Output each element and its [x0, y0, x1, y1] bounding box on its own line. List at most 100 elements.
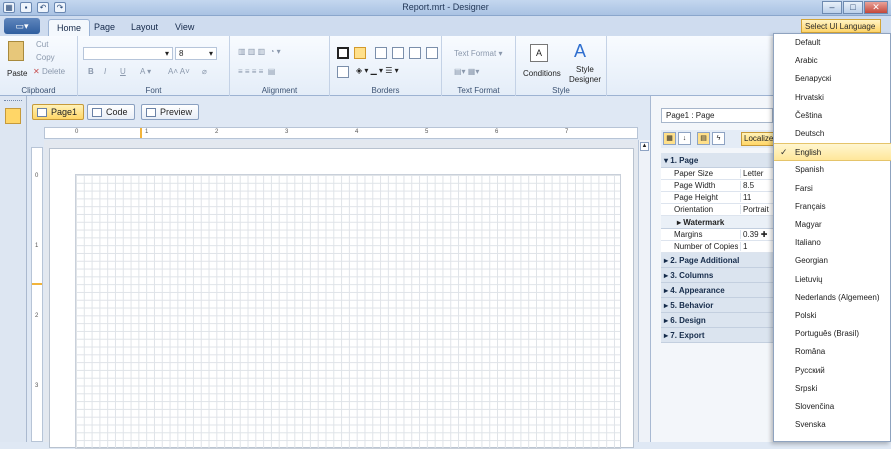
ribbon-tab-bar: ▭▾ Home Page Layout View Select UI Langu…	[0, 16, 891, 40]
categorized-icon[interactable]: ▦	[663, 132, 676, 145]
language-option[interactable]: Čeština	[774, 107, 891, 125]
text-format-button[interactable]: Text Format ▾	[454, 49, 502, 58]
section-page-additional[interactable]: ▸ 2. Page Additional	[661, 253, 774, 268]
toolbox-icon[interactable]	[5, 108, 21, 124]
tab-layout[interactable]: Layout	[123, 19, 166, 36]
property-row[interactable]: Page Height 11	[661, 192, 774, 204]
clear-format-icon[interactable]: ⌀	[202, 67, 207, 76]
property-value[interactable]: 0.39 ✚	[740, 230, 774, 239]
all-borders-icon[interactable]	[337, 47, 349, 59]
section-design[interactable]: ▸ 6. Design	[661, 313, 774, 328]
section-page[interactable]: ▾ 1. Page	[661, 153, 774, 168]
cut-button[interactable]: Cut	[36, 40, 48, 49]
language-option[interactable]: Беларускі	[774, 70, 891, 88]
top-border-icon[interactable]	[375, 47, 387, 59]
property-value[interactable]: 8.5	[740, 181, 774, 190]
report-page[interactable]	[49, 148, 634, 449]
language-option[interactable]: Hrvatski	[774, 89, 891, 107]
format-icons[interactable]: ▤▾ ▦▾	[454, 67, 479, 76]
language-option[interactable]: Polski	[774, 307, 891, 325]
language-option[interactable]: Magyar	[774, 216, 891, 234]
property-value[interactable]: Portrait	[740, 205, 774, 214]
ruler-marker[interactable]	[140, 128, 142, 138]
font-color-button[interactable]: A ▾	[140, 67, 151, 76]
language-option[interactable]: ✓ English	[774, 143, 891, 162]
scroll-up-icon[interactable]: ▲	[640, 142, 649, 151]
alignment-group: ▥ ▥ ▥ ◔ ▾ ≡ ≡ ≡ ≡ ▤ Alignment	[230, 36, 330, 96]
section-export[interactable]: ▸ 7. Export	[661, 328, 774, 343]
ruler-tick-label: 3	[35, 383, 39, 389]
no-border-icon[interactable]	[337, 66, 349, 78]
vertical-scrollbar[interactable]: ▲	[638, 140, 650, 442]
underline-button[interactable]: U	[120, 67, 126, 76]
language-option[interactable]: Farsi	[774, 180, 891, 198]
tab-home[interactable]: Home	[48, 19, 91, 36]
language-option[interactable]: Srpski	[774, 380, 891, 398]
events-icon[interactable]: ϟ	[712, 132, 725, 145]
section-appearance[interactable]: ▸ 4. Appearance	[661, 283, 774, 298]
style-designer-button-line2[interactable]: Designer	[569, 75, 601, 84]
tab-code[interactable]: Code	[87, 104, 135, 120]
language-option[interactable]: Slovenčina	[774, 398, 891, 416]
sort-alpha-icon[interactable]: ↓	[678, 132, 691, 145]
tab-view[interactable]: View	[167, 19, 202, 36]
language-option[interactable]: Deutsch	[774, 125, 891, 143]
language-option[interactable]: Italiano	[774, 234, 891, 252]
section-label: 4. Appearance	[670, 286, 725, 295]
paste-button[interactable]: Paste	[7, 69, 27, 78]
font-size-combo[interactable]: 8 ▾	[175, 47, 217, 60]
property-row[interactable]: Paper Size Letter	[661, 168, 774, 180]
language-option[interactable]: Default	[774, 34, 891, 52]
property-value[interactable]: Letter	[740, 169, 774, 178]
property-value[interactable]: 11	[740, 193, 774, 202]
left-border-icon[interactable]	[392, 47, 404, 59]
outside-border-icon[interactable]	[354, 47, 366, 59]
tab-page1[interactable]: Page1	[32, 104, 85, 120]
ui-language-select[interactable]: Select UI Language ▾	[801, 19, 881, 40]
tab-page[interactable]: Page	[86, 19, 123, 36]
fill-color-icon[interactable]: ◈ ▾ ▁ ▾ ☰ ▾	[356, 66, 399, 75]
maximize-button[interactable]: □	[843, 1, 863, 14]
minimize-button[interactable]: –	[822, 1, 842, 14]
language-option[interactable]: Português (Brasil)	[774, 325, 891, 343]
section-behavior[interactable]: ▸ 5. Behavior	[661, 298, 774, 313]
property-row[interactable]: Margins 0.39 ✚	[661, 229, 774, 241]
language-option[interactable]: Lietuvių	[774, 271, 891, 289]
localize-button[interactable]: Localize	[741, 132, 776, 146]
close-button[interactable]: ✕	[864, 1, 888, 14]
conditions-button[interactable]: Conditions	[523, 69, 561, 78]
horizontal-align-icons[interactable]: ≡ ≡ ≡ ≡ ▤	[238, 67, 275, 76]
property-value[interactable]: 1	[740, 242, 774, 251]
vertical-ruler-marker[interactable]	[32, 283, 42, 285]
page-grid[interactable]	[75, 174, 621, 449]
property-row[interactable]: Number of Copies 1	[661, 241, 774, 253]
grow-font-button[interactable]: A˄ A˅	[168, 67, 190, 76]
language-option[interactable]: Français	[774, 198, 891, 216]
font-name-combo[interactable]: ▾	[83, 47, 173, 60]
properties-icon[interactable]: ▤	[697, 132, 710, 145]
italic-button[interactable]: I	[104, 67, 106, 76]
delete-button[interactable]: ✕ Delete	[33, 67, 65, 76]
tab-preview[interactable]: Preview	[141, 104, 200, 120]
language-option[interactable]: Русский	[774, 362, 891, 380]
bottom-border-icon[interactable]	[426, 47, 438, 59]
bold-button[interactable]: B	[88, 67, 94, 76]
language-option[interactable]: Româna	[774, 343, 891, 361]
property-row[interactable]: Orientation Portrait	[661, 204, 774, 216]
language-option[interactable]: Spanish	[774, 161, 891, 179]
application-menu-button[interactable]: ▭▾	[4, 18, 40, 34]
language-option[interactable]: Svenska	[774, 416, 891, 434]
properties-object-selector[interactable]: Page1 : Page	[661, 108, 773, 123]
subsection-watermark[interactable]: ▸ Watermark	[661, 216, 774, 229]
right-border-icon[interactable]	[409, 47, 421, 59]
copy-button[interactable]: Copy	[36, 53, 55, 62]
property-row[interactable]: Page Width 8.5	[661, 180, 774, 192]
language-option[interactable]: Georgian	[774, 252, 891, 270]
language-label: Georgian	[795, 256, 828, 266]
style-designer-button-line1[interactable]: Style	[576, 65, 594, 74]
section-columns[interactable]: ▸ 3. Columns	[661, 268, 774, 283]
vertical-align-icons[interactable]: ▥ ▥ ▥ ◔ ▾	[238, 47, 281, 56]
language-label: Русский	[795, 365, 825, 375]
language-option[interactable]: Arabic	[774, 52, 891, 70]
language-option[interactable]: Nederlands (Algemeen)	[774, 289, 891, 307]
